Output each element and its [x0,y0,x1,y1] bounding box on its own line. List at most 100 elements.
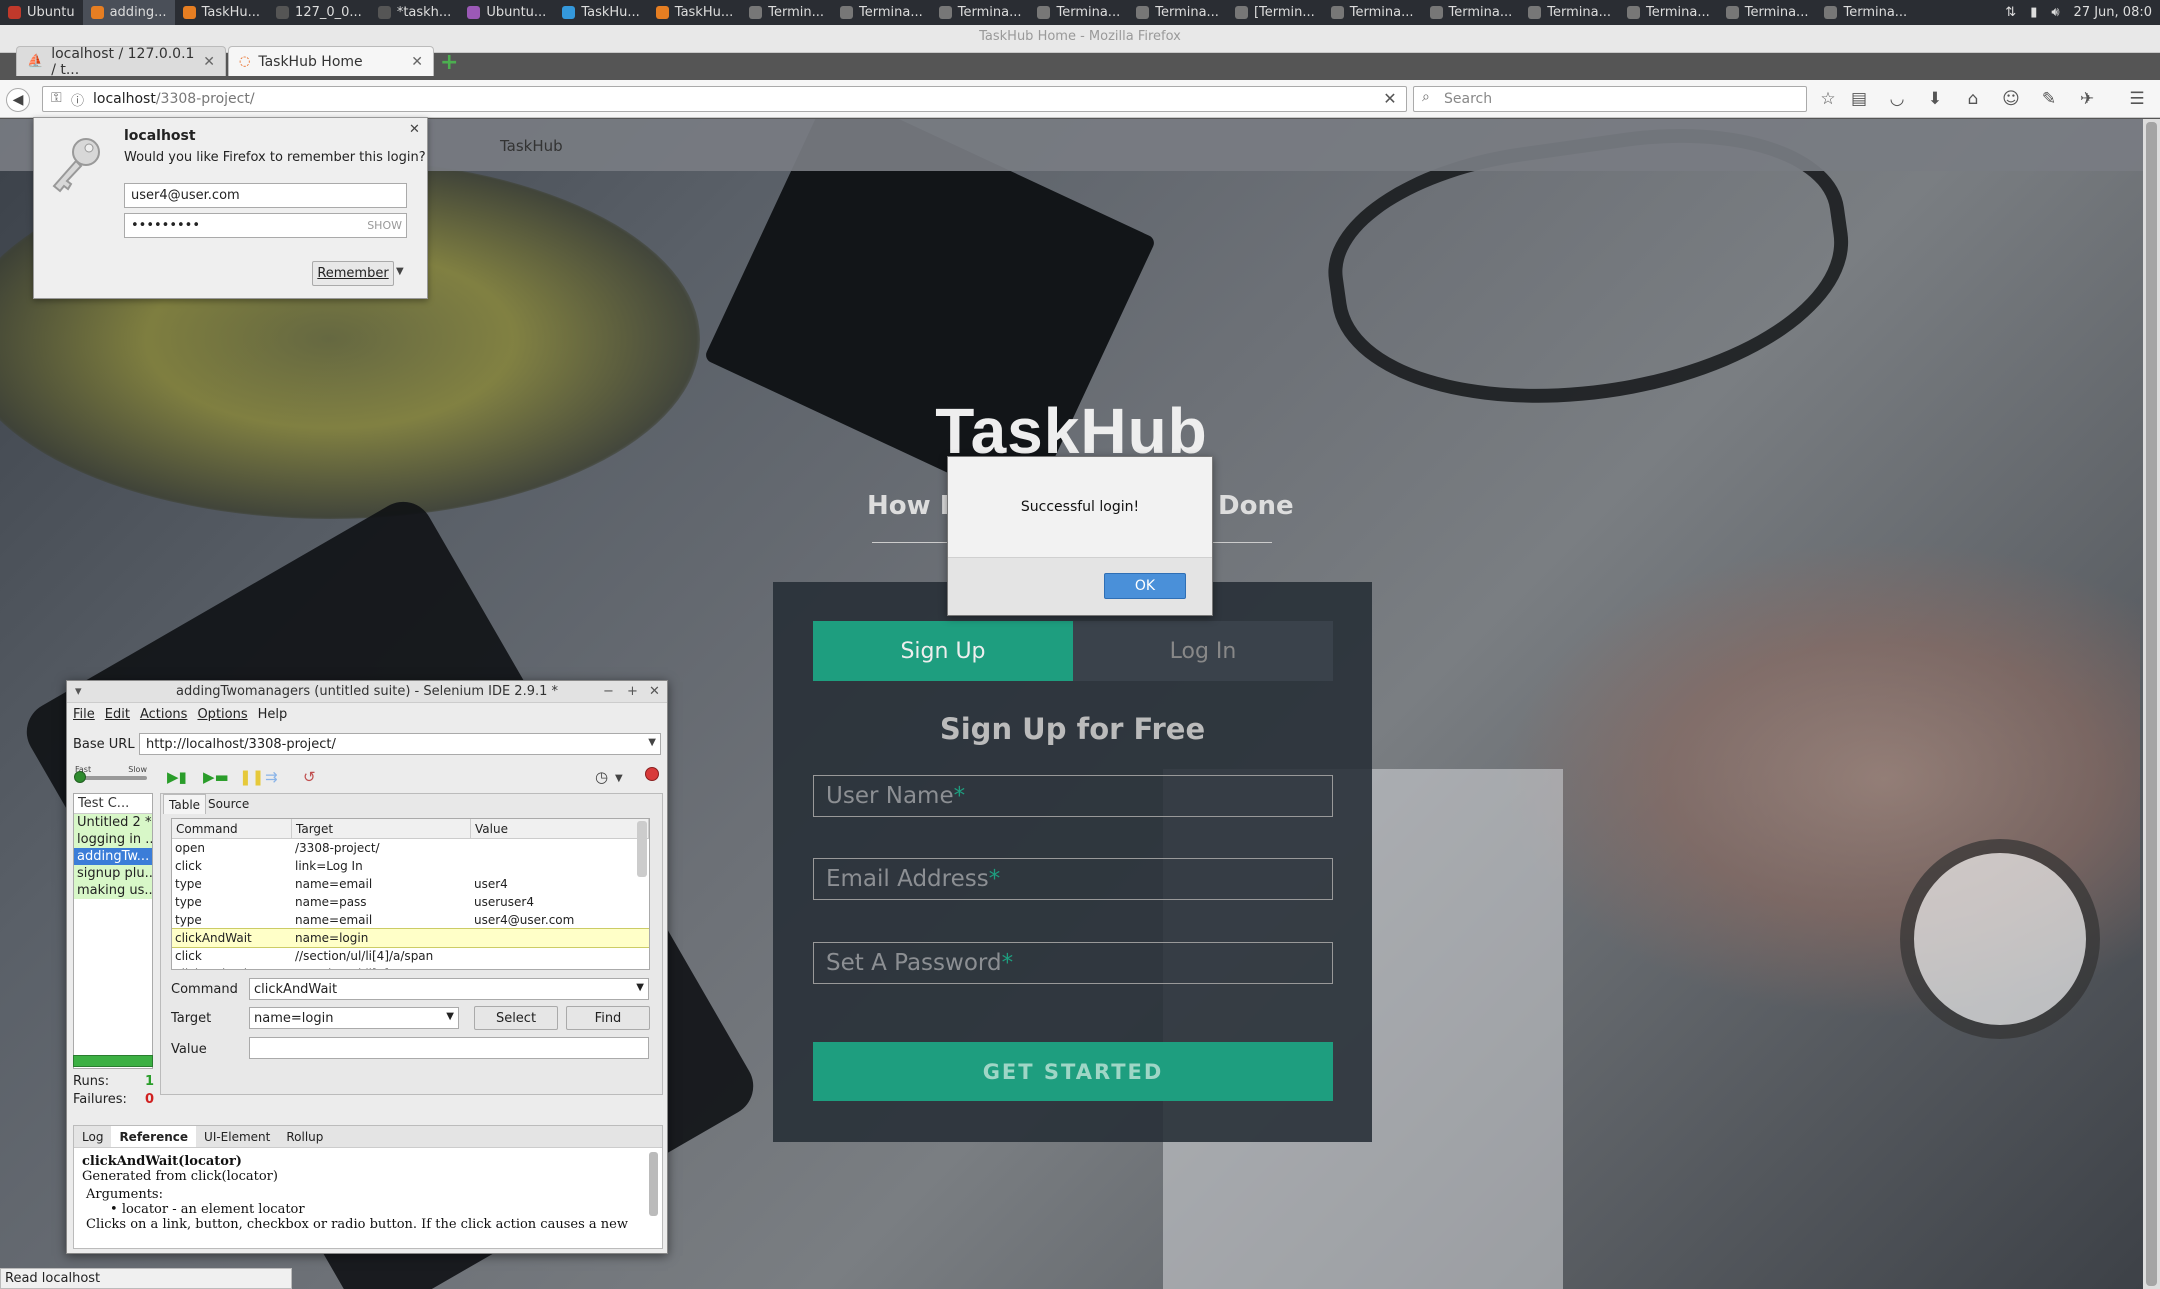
hamburger-menu-icon[interactable]: ☰ [2126,88,2148,110]
get-started-button[interactable]: GET STARTED [813,1042,1333,1101]
chevron-down-icon[interactable]: ▼ [396,266,404,277]
step-icon[interactable]: ⇉ [265,768,278,786]
find-button[interactable]: Find [566,1006,650,1030]
volume-icon[interactable]: 🔊︎ [2051,5,2059,20]
username-input[interactable]: user4@user.com [124,183,407,208]
taskbar-item[interactable]: adding... [82,0,175,25]
network-icon[interactable]: ⇅ [2005,5,2016,20]
hello-chat-icon[interactable]: ☺ [2000,88,2022,110]
test-case-item-selected[interactable]: addingTw... [74,848,152,865]
play-test-icon[interactable]: ▶▬ [203,768,229,786]
test-case-item[interactable]: Untitled 2 * [74,814,152,831]
table-row[interactable]: type name=email user4@user.com [172,911,649,929]
username-field[interactable]: User Name * [813,775,1333,817]
menu-file[interactable]: File [73,707,95,722]
column-header[interactable]: Value [471,819,649,838]
key-icon[interactable]: ⚿ [51,90,62,106]
select-button[interactable]: Select [474,1006,558,1030]
window-menu-icon[interactable]: ▾ [75,681,82,703]
taskbar-item[interactable]: Termina... [1718,0,1817,25]
table-row[interactable]: clickAndWait//section/ul/li[4]/a/span [172,965,649,969]
chevron-down-icon[interactable]: ▼ [615,773,623,784]
tab-sign-up[interactable]: Sign Up [813,621,1073,681]
table-row[interactable]: click link=Log In [172,857,649,875]
taskbar-item[interactable]: Termina... [1816,0,1915,25]
test-case-item[interactable]: signup plu... [74,865,152,882]
taskbar-item[interactable]: Termina... [832,0,931,25]
email-field[interactable]: Email Address * [813,858,1333,900]
chevron-down-icon[interactable]: ▼ [446,1011,454,1022]
taskbar-item[interactable]: Termina... [1619,0,1718,25]
password-field[interactable]: Set A Password * [813,942,1333,984]
new-tab-button[interactable]: + [440,52,460,74]
menu-actions[interactable]: Actions [140,707,188,722]
scrollbar-thumb[interactable] [2146,122,2157,1286]
menu-edit[interactable]: Edit [105,707,130,722]
taskbar-item[interactable]: Termina... [1029,0,1128,25]
pocket-icon[interactable]: ◡ [1886,88,1908,110]
taskbar-item[interactable]: Termina... [1520,0,1619,25]
close-tab-icon[interactable]: ✕ [411,54,423,70]
clear-url-icon[interactable]: ✕ [1380,89,1400,109]
tab-table[interactable]: Table [163,794,207,814]
search-input[interactable]: ⌕ Search [1413,86,1807,112]
tab-reference[interactable]: Reference [111,1126,197,1147]
chevron-down-icon[interactable]: ▼ [636,982,644,993]
back-button[interactable]: ◀ [6,88,30,112]
taskbar-item[interactable]: Termina... [1422,0,1521,25]
downloads-icon[interactable]: ⬇ [1924,88,1946,110]
table-row[interactable]: type name=email user4 [172,875,649,893]
chevron-down-icon[interactable]: ▼ [648,737,656,748]
tab-log[interactable]: Log [74,1126,111,1147]
minimize-icon[interactable]: − [603,681,614,703]
clock[interactable]: 27 Jun, 08:0 [2074,5,2152,20]
home-icon[interactable]: ⌂ [1962,88,1984,110]
taskbar-item[interactable]: Ubuntu... [459,0,554,25]
taskbar-item[interactable]: TaskHu... [554,0,647,25]
taskbar-item[interactable]: 127_0_0... [268,0,370,25]
tab-rollup[interactable]: Rollup [278,1126,331,1147]
taskbar-item[interactable]: Ubuntu [0,0,83,25]
extension-icon[interactable]: ✈ [2076,88,2098,110]
speed-slider-handle[interactable] [74,771,86,783]
close-icon[interactable]: ✕ [649,681,660,703]
alert-ok-button[interactable]: OK [1104,573,1186,599]
taskbar-item[interactable]: Termina... [1128,0,1227,25]
tab-ui-element[interactable]: UI-Element [196,1126,278,1147]
password-input[interactable]: ••••••••• SHOW [124,213,407,238]
table-row[interactable]: open/3308-project/ [172,839,649,857]
menu-options[interactable]: Options [197,707,247,722]
base-url-input[interactable]: http://localhost/3308-project/ ▼ [139,733,661,755]
site-brand[interactable]: TaskHub [500,137,563,155]
taskbar-item[interactable]: Termin... [741,0,832,25]
browser-tab-phpmyadmin[interactable]: ⛵ localhost / 127.0.0.1 / t... ✕ [16,46,226,78]
url-bar[interactable]: ⚿ ⓘ localhost/3308-project/ [42,86,1407,112]
schedule-clock-icon[interactable]: ◷ [595,768,608,786]
browser-tab-taskhub[interactable]: ◌ TaskHub Home ✕ [228,46,434,76]
taskbar-item[interactable]: Termina... [931,0,1030,25]
bookmark-star-icon[interactable]: ☆ [1817,88,1839,110]
command-input[interactable]: clickAndWait ▼ [249,978,649,1000]
table-row[interactable]: type name=pass useruser4 [172,893,649,911]
reference-scrollbar-thumb[interactable] [649,1152,658,1216]
play-suite-icon[interactable]: ▶▮ [167,768,187,786]
remember-button[interactable]: Remember [312,261,394,286]
taskbar-item[interactable]: Termina... [1323,0,1422,25]
rollup-icon[interactable]: ↺ [303,768,316,786]
test-case-item[interactable]: logging in ... [74,831,152,848]
close-icon[interactable]: ✕ [409,122,420,137]
column-header[interactable]: Target [292,819,471,838]
value-input[interactable] [249,1037,649,1059]
pause-icon[interactable]: ❚❚ [239,768,264,786]
table-scrollbar-thumb[interactable] [637,821,647,877]
taskbar-item[interactable]: TaskHu... [175,0,268,25]
tab-source[interactable]: Source [203,794,254,814]
table-row[interactable]: click //section/ul/li[4]/a/span [172,947,649,965]
target-input[interactable]: name=login ▼ [249,1007,459,1029]
selenium-icon[interactable]: ✎ [2038,88,2060,110]
close-tab-icon[interactable]: ✕ [203,54,215,70]
taskbar-item[interactable]: [Termin... [1227,0,1323,25]
menu-help[interactable]: Help [258,707,288,722]
maximize-icon[interactable]: + [627,681,638,703]
record-button[interactable] [645,767,659,781]
